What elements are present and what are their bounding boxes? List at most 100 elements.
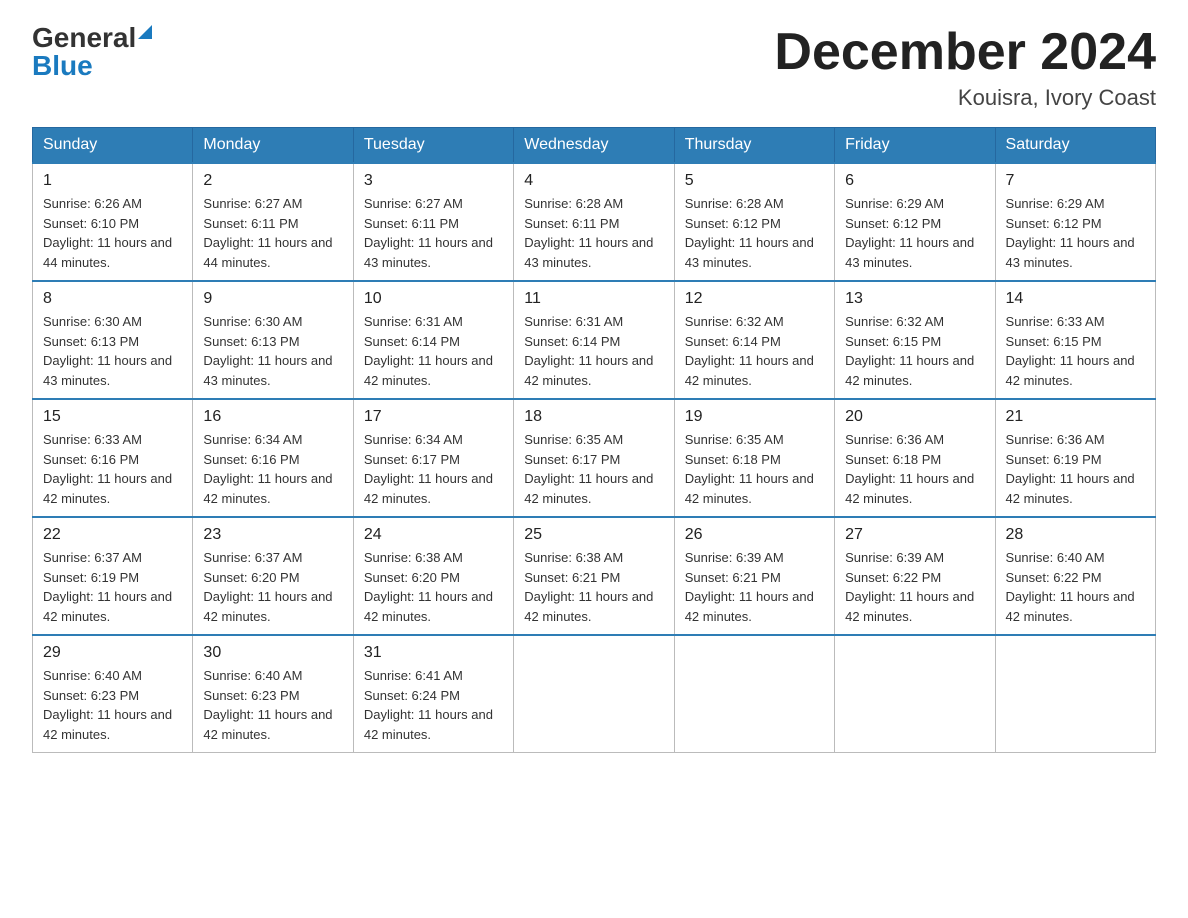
day-info: Sunrise: 6:34 AMSunset: 6:17 PMDaylight:… [364, 432, 493, 506]
day-info: Sunrise: 6:37 AMSunset: 6:20 PMDaylight:… [203, 550, 332, 624]
calendar-cell: 1 Sunrise: 6:26 AMSunset: 6:10 PMDayligh… [33, 163, 193, 281]
day-info: Sunrise: 6:27 AMSunset: 6:11 PMDaylight:… [203, 196, 332, 270]
calendar-cell: 17 Sunrise: 6:34 AMSunset: 6:17 PMDaylig… [353, 399, 513, 517]
day-info: Sunrise: 6:31 AMSunset: 6:14 PMDaylight:… [524, 314, 653, 388]
day-info: Sunrise: 6:29 AMSunset: 6:12 PMDaylight:… [845, 196, 974, 270]
day-info: Sunrise: 6:40 AMSunset: 6:23 PMDaylight:… [43, 668, 172, 742]
day-info: Sunrise: 6:37 AMSunset: 6:19 PMDaylight:… [43, 550, 172, 624]
calendar-cell: 10 Sunrise: 6:31 AMSunset: 6:14 PMDaylig… [353, 281, 513, 399]
logo: General Blue [32, 24, 152, 80]
day-number: 1 [43, 172, 182, 190]
calendar-cell: 21 Sunrise: 6:36 AMSunset: 6:19 PMDaylig… [995, 399, 1155, 517]
day-info: Sunrise: 6:33 AMSunset: 6:15 PMDaylight:… [1006, 314, 1135, 388]
day-info: Sunrise: 6:39 AMSunset: 6:21 PMDaylight:… [685, 550, 814, 624]
header-saturday: Saturday [995, 128, 1155, 164]
title-block: December 2024 Kouisra, Ivory Coast [774, 24, 1156, 111]
day-number: 31 [364, 644, 503, 662]
week-row-3: 15 Sunrise: 6:33 AMSunset: 6:16 PMDaylig… [33, 399, 1156, 517]
calendar-table: SundayMondayTuesdayWednesdayThursdayFrid… [32, 127, 1156, 753]
day-info: Sunrise: 6:28 AMSunset: 6:12 PMDaylight:… [685, 196, 814, 270]
day-info: Sunrise: 6:30 AMSunset: 6:13 PMDaylight:… [203, 314, 332, 388]
logo-triangle-icon [138, 25, 152, 39]
day-number: 17 [364, 408, 503, 426]
day-number: 22 [43, 526, 182, 544]
calendar-cell: 30 Sunrise: 6:40 AMSunset: 6:23 PMDaylig… [193, 635, 353, 753]
day-info: Sunrise: 6:35 AMSunset: 6:18 PMDaylight:… [685, 432, 814, 506]
day-info: Sunrise: 6:40 AMSunset: 6:23 PMDaylight:… [203, 668, 332, 742]
day-number: 24 [364, 526, 503, 544]
day-number: 28 [1006, 526, 1145, 544]
day-info: Sunrise: 6:32 AMSunset: 6:14 PMDaylight:… [685, 314, 814, 388]
calendar-cell: 5 Sunrise: 6:28 AMSunset: 6:12 PMDayligh… [674, 163, 834, 281]
calendar-cell [674, 635, 834, 753]
calendar-cell: 19 Sunrise: 6:35 AMSunset: 6:18 PMDaylig… [674, 399, 834, 517]
day-info: Sunrise: 6:26 AMSunset: 6:10 PMDaylight:… [43, 196, 172, 270]
day-info: Sunrise: 6:39 AMSunset: 6:22 PMDaylight:… [845, 550, 974, 624]
day-number: 25 [524, 526, 663, 544]
calendar-cell: 4 Sunrise: 6:28 AMSunset: 6:11 PMDayligh… [514, 163, 674, 281]
day-info: Sunrise: 6:40 AMSunset: 6:22 PMDaylight:… [1006, 550, 1135, 624]
day-number: 16 [203, 408, 342, 426]
header-row: SundayMondayTuesdayWednesdayThursdayFrid… [33, 128, 1156, 164]
calendar-cell: 27 Sunrise: 6:39 AMSunset: 6:22 PMDaylig… [835, 517, 995, 635]
calendar-cell: 23 Sunrise: 6:37 AMSunset: 6:20 PMDaylig… [193, 517, 353, 635]
day-info: Sunrise: 6:38 AMSunset: 6:20 PMDaylight:… [364, 550, 493, 624]
day-number: 30 [203, 644, 342, 662]
day-number: 5 [685, 172, 824, 190]
calendar-cell: 3 Sunrise: 6:27 AMSunset: 6:11 PMDayligh… [353, 163, 513, 281]
week-row-2: 8 Sunrise: 6:30 AMSunset: 6:13 PMDayligh… [33, 281, 1156, 399]
header-friday: Friday [835, 128, 995, 164]
calendar-cell: 15 Sunrise: 6:33 AMSunset: 6:16 PMDaylig… [33, 399, 193, 517]
calendar-cell: 13 Sunrise: 6:32 AMSunset: 6:15 PMDaylig… [835, 281, 995, 399]
day-info: Sunrise: 6:32 AMSunset: 6:15 PMDaylight:… [845, 314, 974, 388]
calendar-cell: 24 Sunrise: 6:38 AMSunset: 6:20 PMDaylig… [353, 517, 513, 635]
header-tuesday: Tuesday [353, 128, 513, 164]
day-number: 19 [685, 408, 824, 426]
header-wednesday: Wednesday [514, 128, 674, 164]
day-number: 20 [845, 408, 984, 426]
day-number: 3 [364, 172, 503, 190]
day-number: 27 [845, 526, 984, 544]
calendar-cell: 9 Sunrise: 6:30 AMSunset: 6:13 PMDayligh… [193, 281, 353, 399]
calendar-cell: 26 Sunrise: 6:39 AMSunset: 6:21 PMDaylig… [674, 517, 834, 635]
calendar-cell: 28 Sunrise: 6:40 AMSunset: 6:22 PMDaylig… [995, 517, 1155, 635]
page-header: General Blue December 2024 Kouisra, Ivor… [32, 24, 1156, 111]
day-info: Sunrise: 6:34 AMSunset: 6:16 PMDaylight:… [203, 432, 332, 506]
calendar-cell [995, 635, 1155, 753]
day-info: Sunrise: 6:28 AMSunset: 6:11 PMDaylight:… [524, 196, 653, 270]
calendar-cell [835, 635, 995, 753]
calendar-cell: 14 Sunrise: 6:33 AMSunset: 6:15 PMDaylig… [995, 281, 1155, 399]
calendar-cell: 25 Sunrise: 6:38 AMSunset: 6:21 PMDaylig… [514, 517, 674, 635]
calendar-cell: 20 Sunrise: 6:36 AMSunset: 6:18 PMDaylig… [835, 399, 995, 517]
day-number: 14 [1006, 290, 1145, 308]
day-info: Sunrise: 6:29 AMSunset: 6:12 PMDaylight:… [1006, 196, 1135, 270]
calendar-cell: 31 Sunrise: 6:41 AMSunset: 6:24 PMDaylig… [353, 635, 513, 753]
calendar-cell: 12 Sunrise: 6:32 AMSunset: 6:14 PMDaylig… [674, 281, 834, 399]
logo-general: General [32, 24, 136, 52]
day-number: 11 [524, 290, 663, 308]
day-info: Sunrise: 6:41 AMSunset: 6:24 PMDaylight:… [364, 668, 493, 742]
calendar-cell: 18 Sunrise: 6:35 AMSunset: 6:17 PMDaylig… [514, 399, 674, 517]
week-row-1: 1 Sunrise: 6:26 AMSunset: 6:10 PMDayligh… [33, 163, 1156, 281]
week-row-5: 29 Sunrise: 6:40 AMSunset: 6:23 PMDaylig… [33, 635, 1156, 753]
calendar-cell: 7 Sunrise: 6:29 AMSunset: 6:12 PMDayligh… [995, 163, 1155, 281]
day-number: 10 [364, 290, 503, 308]
calendar-cell [514, 635, 674, 753]
day-number: 12 [685, 290, 824, 308]
day-number: 8 [43, 290, 182, 308]
day-number: 7 [1006, 172, 1145, 190]
calendar-cell: 16 Sunrise: 6:34 AMSunset: 6:16 PMDaylig… [193, 399, 353, 517]
day-number: 2 [203, 172, 342, 190]
day-number: 13 [845, 290, 984, 308]
calendar-cell: 22 Sunrise: 6:37 AMSunset: 6:19 PMDaylig… [33, 517, 193, 635]
calendar-cell: 11 Sunrise: 6:31 AMSunset: 6:14 PMDaylig… [514, 281, 674, 399]
calendar-cell: 6 Sunrise: 6:29 AMSunset: 6:12 PMDayligh… [835, 163, 995, 281]
logo-blue: Blue [32, 52, 152, 80]
header-monday: Monday [193, 128, 353, 164]
calendar-cell: 2 Sunrise: 6:27 AMSunset: 6:11 PMDayligh… [193, 163, 353, 281]
day-info: Sunrise: 6:35 AMSunset: 6:17 PMDaylight:… [524, 432, 653, 506]
day-info: Sunrise: 6:30 AMSunset: 6:13 PMDaylight:… [43, 314, 172, 388]
day-number: 18 [524, 408, 663, 426]
day-number: 26 [685, 526, 824, 544]
day-number: 21 [1006, 408, 1145, 426]
